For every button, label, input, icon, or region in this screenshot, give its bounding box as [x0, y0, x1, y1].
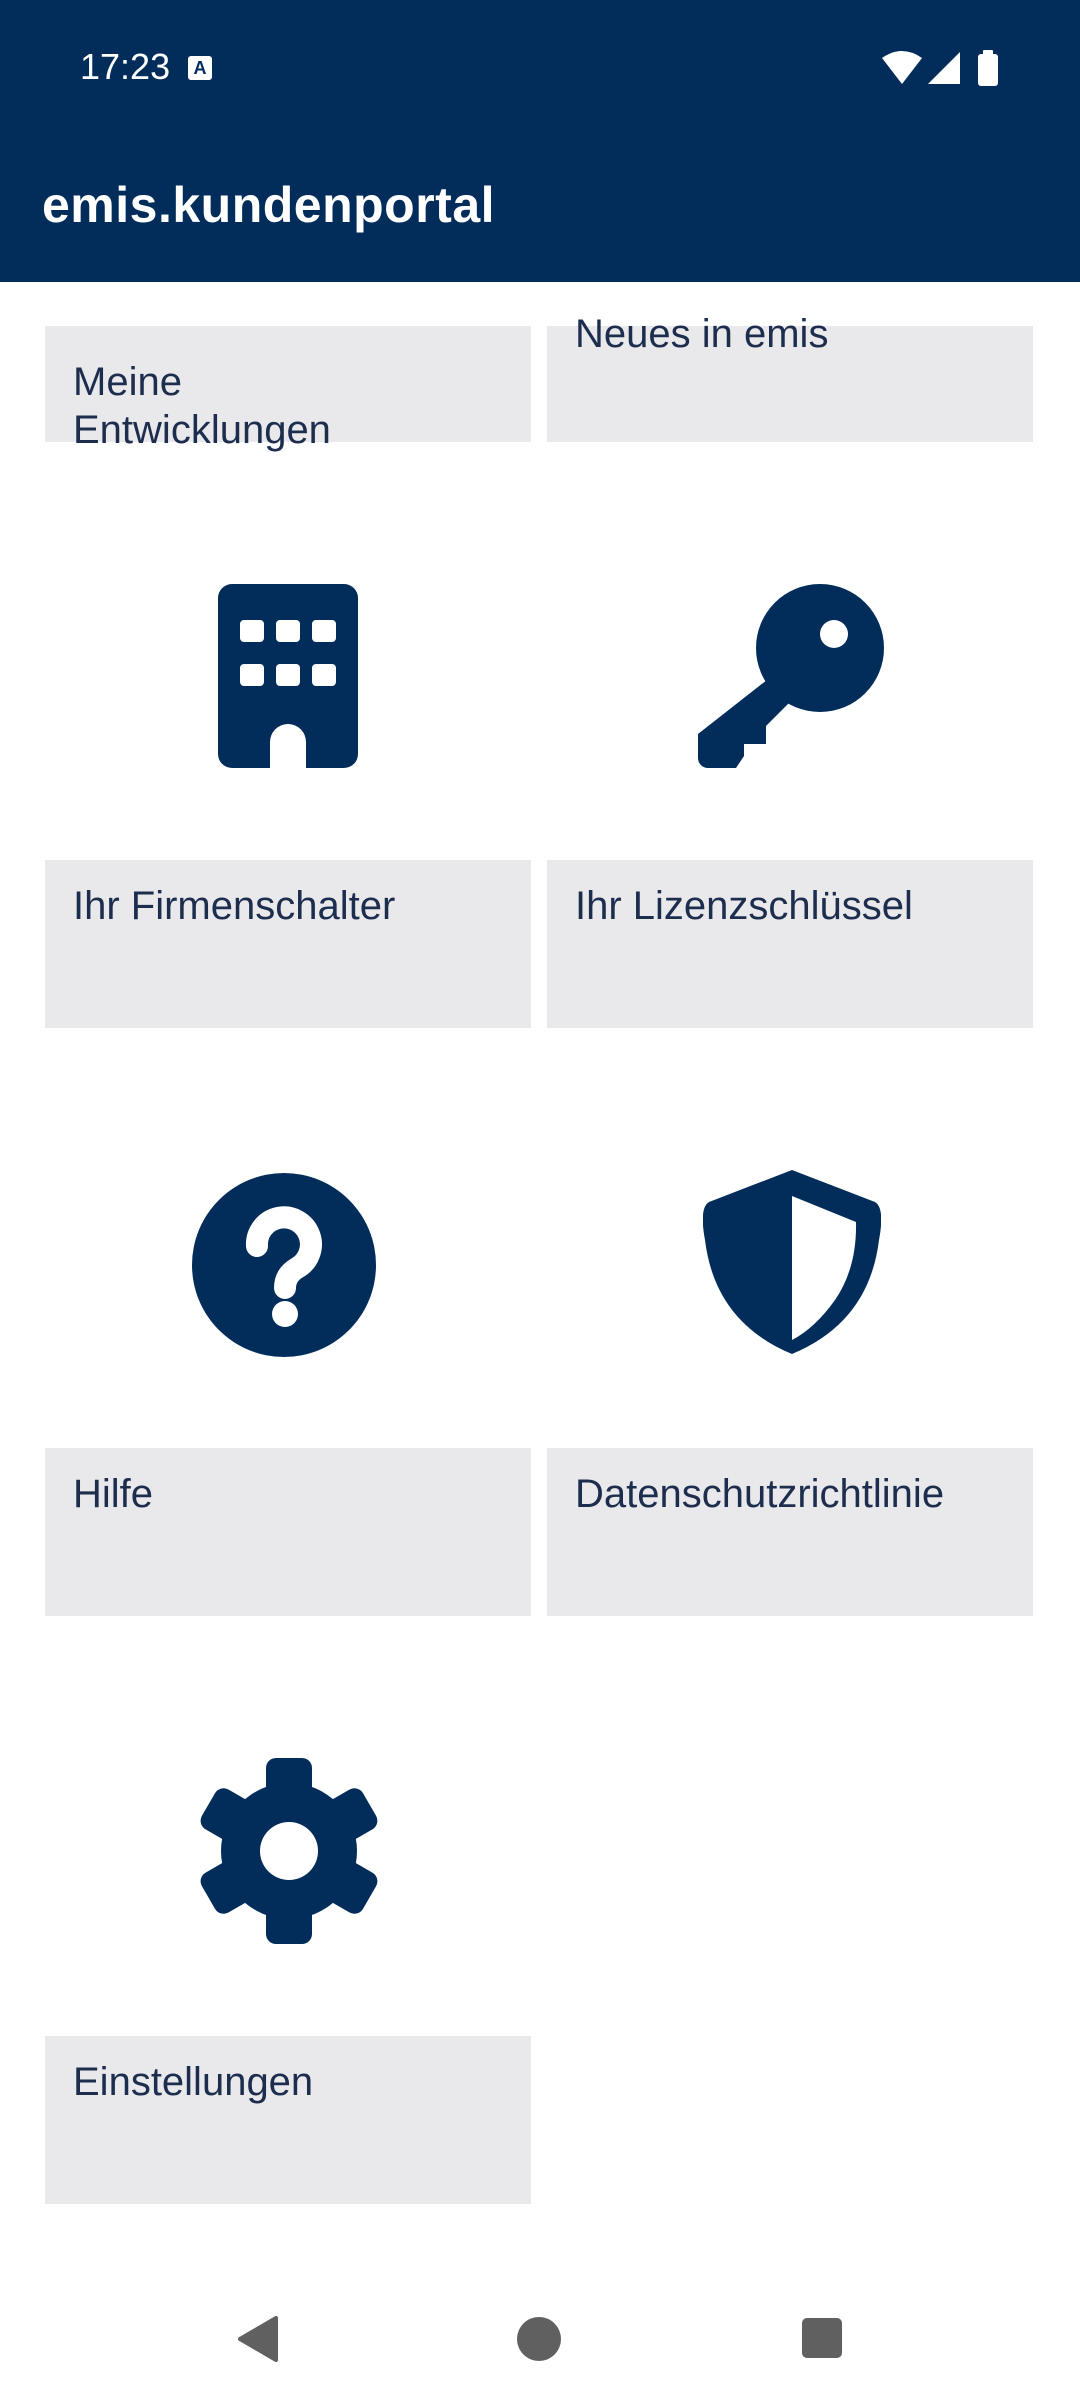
gear-icon[interactable] [196, 1758, 382, 1944]
wifi-icon [882, 51, 922, 84]
app-bar: emis.kundenportal [0, 140, 1080, 282]
tile-firmenschalter[interactable]: Ihr Firmenschalter [45, 860, 531, 1028]
notification-icon: A [188, 56, 212, 80]
back-icon[interactable] [234, 2314, 284, 2364]
tile-label: Hilfe [73, 1472, 154, 1516]
app-title: emis.kundenportal [42, 177, 496, 233]
shield-icon[interactable] [703, 1170, 881, 1356]
status-icons [882, 50, 998, 86]
tile-lizenzschluessel[interactable]: Ihr Lizenzschlüssel [547, 860, 1033, 1028]
recents-icon[interactable] [800, 2316, 844, 2360]
tile-label: Meine Entwicklungen [73, 360, 331, 452]
tile-label: Ihr Lizenzschlüssel [575, 884, 913, 928]
signal-icon [928, 52, 960, 84]
battery-icon [978, 54, 998, 86]
key-icon[interactable] [698, 584, 884, 770]
tile-einstellungen[interactable]: Einstellungen [45, 2036, 531, 2204]
tile-label: Ihr Firmenschalter [73, 884, 396, 928]
tile-hilfe[interactable]: Hilfe [45, 1448, 531, 1616]
tile-neues-in-emis[interactable]: Neues in emis [547, 312, 1033, 442]
tile-grid: Meine Entwicklungen Neues in emis Ihr Fi… [0, 282, 1080, 2282]
tile-datenschutz[interactable]: Datenschutzrichtlinie [547, 1448, 1033, 1616]
home-icon[interactable] [515, 2315, 563, 2363]
building-icon[interactable] [218, 584, 358, 770]
tile-label: Neues in emis [575, 312, 829, 356]
tile-meine-entwicklungen[interactable]: Meine Entwicklungen [45, 326, 531, 452]
system-nav-bar [0, 2280, 1080, 2400]
help-circle-icon[interactable] [191, 1172, 377, 1358]
tile-label: Einstellungen [73, 2060, 314, 2104]
tile-label: Datenschutzrichtlinie [575, 1472, 945, 1516]
status-bar: 17:23 A [0, 0, 1080, 140]
status-time: 17:23 [80, 46, 171, 87]
